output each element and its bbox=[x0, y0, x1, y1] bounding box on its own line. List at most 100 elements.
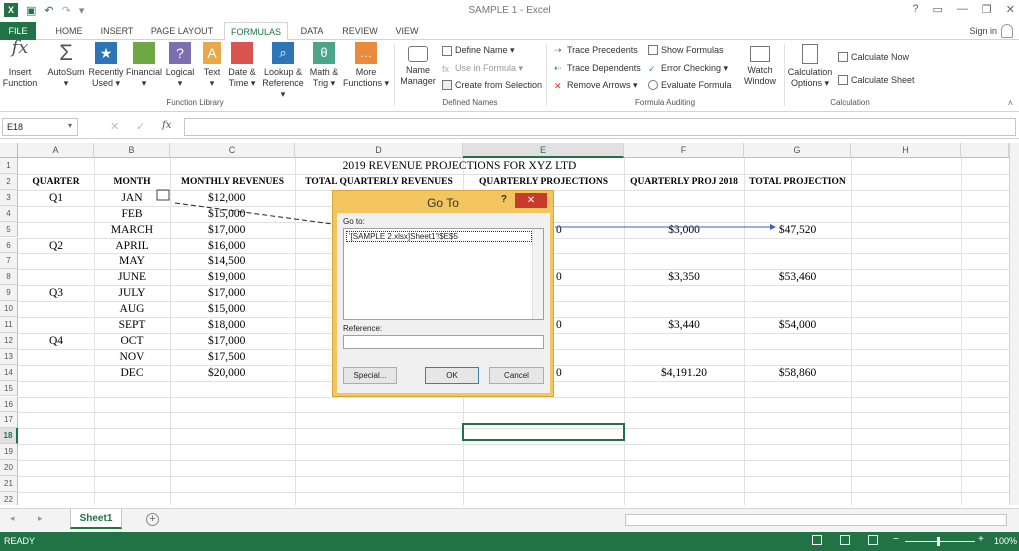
logical-button[interactable]: ? Logical ▾ bbox=[164, 42, 196, 89]
formula-icon: fx bbox=[442, 63, 450, 74]
cancel-entry-icon[interactable]: ✕ bbox=[110, 120, 119, 133]
trace-precedents-button[interactable]: ⇢ Trace Precedents bbox=[554, 45, 638, 55]
text-button[interactable]: A Text ▾ bbox=[200, 42, 224, 89]
restore-icon[interactable]: ❐ bbox=[982, 3, 992, 16]
more-functions-book-icon: … bbox=[355, 42, 377, 64]
math-trig-label2: Trig ▾ bbox=[312, 78, 336, 88]
glasses-icon bbox=[750, 46, 770, 62]
dialog-help-icon[interactable]: ? bbox=[501, 194, 507, 205]
function-library-group-label: Function Library bbox=[166, 98, 224, 107]
watch-window-button[interactable]: Watch Window bbox=[740, 42, 780, 87]
ribbon: fx Insert Function Σ AutoSum ▾ ★ Recentl… bbox=[0, 39, 1019, 112]
new-sheet-icon[interactable]: + bbox=[146, 513, 159, 526]
collapse-ribbon-icon[interactable]: ˄ bbox=[1008, 98, 1013, 108]
tab-view[interactable]: VIEW bbox=[390, 22, 424, 40]
financial-button[interactable]: Financial ▾ bbox=[126, 42, 162, 89]
zoom-level[interactable]: 100% bbox=[994, 536, 1017, 546]
scroll-tabs-right-icon[interactable]: ▸ bbox=[38, 513, 43, 524]
calculation-group-label: Calculation bbox=[830, 98, 870, 107]
autosum-button[interactable]: Σ AutoSum ▾ bbox=[46, 42, 86, 89]
star-book-icon: ★ bbox=[95, 42, 117, 64]
use-in-formula-button[interactable]: fx Use in Formula ▾ bbox=[442, 63, 523, 74]
calculate-sheet-label: Calculate Sheet bbox=[851, 75, 915, 85]
goto-list-item[interactable]: '[SAMPLE 2.xlsx]Sheet1'!$E$5 bbox=[346, 231, 532, 242]
reference-input[interactable] bbox=[343, 335, 544, 349]
sheet-tab-sheet1[interactable]: Sheet1 bbox=[70, 509, 122, 529]
zoom-in-icon[interactable]: + bbox=[978, 534, 984, 545]
tab-home[interactable]: HOME bbox=[52, 22, 86, 40]
tab-data[interactable]: DATA bbox=[294, 22, 330, 40]
trace-dependents-label: Trace Dependents bbox=[567, 63, 641, 73]
define-name-button[interactable]: Define Name ▾ bbox=[442, 45, 515, 56]
page-break-view-icon[interactable] bbox=[868, 535, 878, 545]
sheet-tab-bar: ◂ ▸ Sheet1 + bbox=[0, 508, 1019, 532]
remove-arrows-button[interactable]: ✕ Remove Arrows ▾ bbox=[554, 80, 638, 91]
goto-list-scrollbar[interactable] bbox=[532, 229, 543, 319]
help-icon[interactable]: ? bbox=[912, 3, 918, 16]
ribbon-display-icon[interactable]: ▭ bbox=[933, 3, 943, 16]
zoom-out-icon[interactable]: − bbox=[893, 534, 899, 545]
minimize-icon[interactable]: — bbox=[957, 3, 968, 16]
zoom-slider[interactable] bbox=[905, 541, 975, 542]
calculation-options-label: Calculation bbox=[787, 67, 833, 77]
sign-in-link[interactable]: Sign in bbox=[969, 26, 997, 36]
calculation-options-button[interactable]: Calculation Options ▾ bbox=[786, 42, 834, 89]
goto-dialog-body: Go to: '[SAMPLE 2.xlsx]Sheet1'!$E$5 Refe… bbox=[337, 213, 550, 393]
calculate-sheet-icon bbox=[838, 75, 848, 85]
name-box-dropdown-icon[interactable]: ▾ bbox=[68, 121, 72, 130]
lookup-reference-button[interactable]: ⌕ Lookup & Reference ▾ bbox=[260, 42, 306, 100]
close-icon[interactable]: ✕ bbox=[1006, 3, 1015, 16]
create-from-selection-button[interactable]: Create from Selection bbox=[442, 80, 542, 90]
show-formulas-button[interactable]: Show Formulas bbox=[648, 45, 724, 55]
reference-label: Reference: bbox=[343, 324, 383, 333]
lookup-label: Lookup & bbox=[263, 67, 303, 77]
error-checking-icon: ✓ bbox=[648, 63, 656, 74]
name-manager-icon bbox=[408, 46, 428, 62]
goto-list[interactable]: '[SAMPLE 2.xlsx]Sheet1'!$E$5 bbox=[343, 228, 544, 320]
recently-used-label2: Used ▾ bbox=[91, 78, 121, 88]
tab-page-layout[interactable]: PAGE LAYOUT bbox=[148, 22, 216, 40]
vertical-scrollbar[interactable] bbox=[1009, 143, 1019, 505]
more-functions-label: More bbox=[355, 67, 377, 77]
zoom-slider-thumb[interactable] bbox=[937, 537, 940, 546]
name-manager-label2: Manager bbox=[400, 76, 436, 86]
remove-arrows-label: Remove Arrows ▾ bbox=[567, 80, 638, 90]
logical-dropdown: ▾ bbox=[177, 78, 183, 88]
group-separator bbox=[784, 44, 785, 106]
calculation-options-label2: Options ▾ bbox=[790, 78, 830, 88]
scroll-tabs-left-icon[interactable]: ◂ bbox=[10, 513, 15, 524]
dialog-close-button[interactable]: ✕ bbox=[515, 193, 547, 208]
name-box[interactable]: E18 bbox=[2, 118, 78, 136]
more-functions-label2: Functions ▾ bbox=[342, 78, 390, 88]
insert-function-fx-icon[interactable]: fx bbox=[162, 120, 171, 131]
calculate-now-icon bbox=[838, 52, 848, 62]
tab-insert[interactable]: INSERT bbox=[96, 22, 138, 40]
insert-function-button[interactable]: fx Insert Function bbox=[2, 39, 38, 89]
formula-input[interactable] bbox=[184, 118, 1016, 136]
math-trig-button[interactable]: θ Math & Trig ▾ bbox=[308, 42, 340, 89]
confirm-entry-icon[interactable]: ✓ bbox=[136, 120, 145, 133]
evaluate-formula-button[interactable]: Evaluate Formula bbox=[648, 80, 732, 90]
goto-label: Go to: bbox=[343, 217, 365, 226]
trace-dependents-button[interactable]: ⇠ Trace Dependents bbox=[554, 63, 641, 73]
calculate-now-label: Calculate Now bbox=[851, 52, 910, 62]
trace-dependent-dashed-arrow bbox=[174, 202, 341, 226]
user-avatar-icon[interactable] bbox=[1001, 24, 1013, 38]
more-functions-button[interactable]: … More Functions ▾ bbox=[342, 42, 390, 89]
window-title: SAMPLE 1 - Excel bbox=[468, 5, 551, 16]
error-checking-button[interactable]: ✓ Error Checking ▾ bbox=[648, 63, 728, 74]
special-button[interactable]: Special... bbox=[343, 367, 397, 384]
page-layout-view-icon[interactable] bbox=[840, 535, 850, 545]
calculate-now-button[interactable]: Calculate Now bbox=[838, 52, 909, 62]
date-time-button[interactable]: Date & Time ▾ bbox=[226, 42, 258, 89]
cancel-button[interactable]: Cancel bbox=[489, 367, 544, 384]
recently-used-button[interactable]: ★ Recently Used ▾ bbox=[88, 42, 124, 89]
tab-review[interactable]: REVIEW bbox=[338, 22, 382, 40]
name-manager-button[interactable]: Name Manager bbox=[398, 42, 438, 87]
evaluate-formula-icon bbox=[648, 80, 658, 90]
calculate-sheet-button[interactable]: Calculate Sheet bbox=[838, 75, 915, 85]
tab-formulas[interactable]: FORMULAS bbox=[224, 22, 288, 41]
ok-button[interactable]: OK bbox=[425, 367, 479, 384]
horizontal-scrollbar[interactable] bbox=[625, 514, 1007, 526]
normal-view-icon[interactable] bbox=[812, 535, 822, 545]
